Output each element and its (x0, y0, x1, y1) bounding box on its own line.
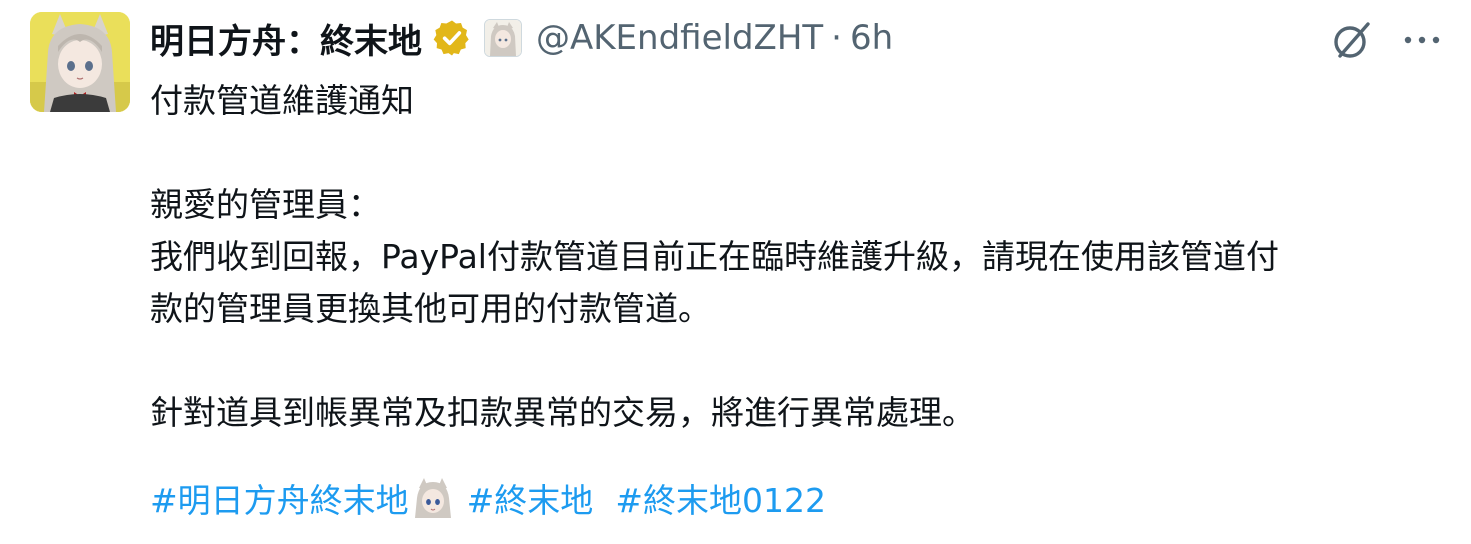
more-options-button[interactable] (1398, 20, 1446, 60)
tweet-line-2: 款的管理員更換其他可用的付款管道。 (150, 289, 711, 328)
hashtag-row: #明日方舟終末地 #終末地 #終末地0122 (150, 472, 826, 524)
grok-icon (1334, 22, 1370, 58)
grok-button[interactable] (1328, 16, 1376, 64)
author-handle[interactable]: @AKEndfieldZHT (536, 18, 823, 58)
tweet-header: 明日方舟：終末地 @AKEndfieldZHT · 6h (150, 14, 893, 62)
hashtag-link[interactable]: #明日方舟終末地 (150, 474, 409, 522)
character-emoji-icon (414, 478, 451, 518)
more-dots-icon (1404, 36, 1440, 44)
tweet-greeting: 親愛的管理員： (150, 185, 381, 224)
author-avatar[interactable] (30, 12, 130, 112)
anime-character-avatar-icon (30, 12, 130, 112)
hashtag-link[interactable]: #終末地 (467, 474, 594, 522)
gold-verified-badge-icon[interactable] (432, 18, 472, 58)
post-time[interactable]: 6h (850, 18, 893, 58)
separator-dot: · (831, 18, 842, 58)
tweet-title: 付款管道維護通知 (150, 81, 414, 120)
affiliate-avatar-icon[interactable] (484, 19, 522, 57)
hashtag-link[interactable]: #終末地0122 (615, 474, 826, 522)
tweet-line-1: 我們收到回報，PayPal付款管道目前正在臨時維護升級，請現在使用該管道付 (150, 237, 1279, 276)
author-display-name[interactable]: 明日方舟：終末地 (150, 14, 422, 63)
tweet-body: 付款管道維護通知 親愛的管理員： 我們收到回報，PayPal付款管道目前正在臨時… (150, 75, 1450, 439)
tweet-line-3: 針對道具到帳異常及扣款異常的交易，將進行異常處理。 (150, 393, 975, 432)
